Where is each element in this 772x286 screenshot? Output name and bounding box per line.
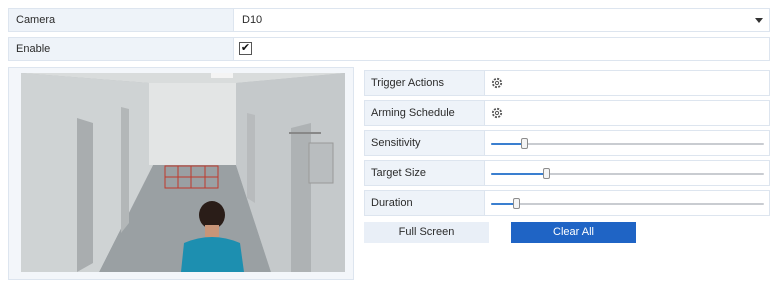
target-size-label: Target Size xyxy=(365,161,485,185)
chevron-down-icon[interactable] xyxy=(755,18,763,23)
gear-icon[interactable] xyxy=(491,107,503,119)
camera-select-value: D10 xyxy=(242,14,263,26)
clear-all-button[interactable]: Clear All xyxy=(511,222,636,243)
arming-schedule-row: Arming Schedule xyxy=(364,100,770,126)
camera-label: Camera xyxy=(9,9,234,31)
target-size-slider[interactable] xyxy=(491,168,764,179)
sensitivity-slider-handle[interactable] xyxy=(520,138,528,149)
target-size-slider-fill xyxy=(491,173,546,175)
target-size-slider-handle[interactable] xyxy=(542,168,550,179)
target-size-row: Target Size xyxy=(364,160,770,186)
arming-schedule-label: Arming Schedule xyxy=(365,101,485,125)
sensitivity-slider[interactable] xyxy=(491,138,764,149)
full-screen-button[interactable]: Full Screen xyxy=(364,222,489,243)
camera-select[interactable]: D10 xyxy=(235,9,769,31)
sensitivity-row: Sensitivity xyxy=(364,130,770,156)
sensitivity-slider-fill xyxy=(491,143,524,145)
enable-checkbox[interactable]: ✔ xyxy=(239,42,252,55)
preview-frame xyxy=(8,67,354,280)
duration-slider-handle[interactable] xyxy=(512,198,520,209)
camera-preview[interactable] xyxy=(21,73,345,272)
camera-preview-image xyxy=(21,73,345,272)
duration-row: Duration xyxy=(364,190,770,216)
enable-row: Enable ✔ xyxy=(8,37,770,61)
enable-value xyxy=(235,38,769,60)
gear-icon[interactable] xyxy=(491,77,503,89)
duration-label: Duration xyxy=(365,191,485,215)
trigger-actions-row: Trigger Actions xyxy=(364,70,770,96)
duration-slider-fill xyxy=(491,203,516,205)
enable-label: Enable xyxy=(9,38,234,60)
trigger-actions-label: Trigger Actions xyxy=(365,71,485,95)
duration-slider[interactable] xyxy=(491,198,764,209)
sensitivity-label: Sensitivity xyxy=(365,131,485,155)
camera-row: Camera D10 xyxy=(8,8,770,32)
